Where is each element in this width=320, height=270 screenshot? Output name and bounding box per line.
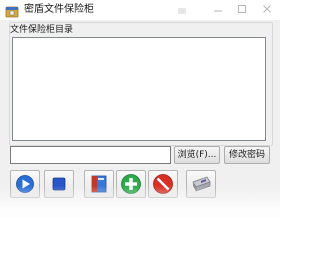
window-controls: [206, 0, 280, 20]
play-icon: [15, 174, 35, 194]
browse-button[interactable]: 浏览(F)...: [174, 146, 220, 164]
title-bar[interactable]: 密盾文件保险柜: [0, 0, 280, 20]
path-input[interactable]: [10, 146, 171, 164]
stop-icon: [49, 174, 69, 194]
stop-button[interactable]: [44, 170, 74, 198]
folder-icon: [89, 174, 109, 194]
remove-icon: [152, 173, 174, 195]
close-icon[interactable]: [254, 0, 280, 18]
minimize-icon[interactable]: [206, 0, 230, 18]
maximize-icon[interactable]: [230, 0, 254, 18]
open-folder-button[interactable]: [84, 170, 114, 198]
title-decoration: [178, 8, 186, 14]
folder-list[interactable]: [12, 37, 266, 141]
drive-icon: [190, 174, 212, 194]
drive-button[interactable]: [186, 170, 216, 198]
remove-button[interactable]: [148, 170, 178, 198]
app-window: 密盾文件保险柜 文件保险柜目录 浏览(F)... 修改密码: [0, 0, 280, 218]
add-icon: [120, 173, 142, 195]
folder-group-label: 文件保险柜目录: [10, 25, 74, 35]
file-lock-icon: [5, 3, 19, 18]
start-button[interactable]: [10, 170, 40, 198]
change-password-button[interactable]: 修改密码: [224, 146, 270, 164]
window-title: 密盾文件保险柜: [24, 4, 94, 15]
add-button[interactable]: [116, 170, 146, 198]
